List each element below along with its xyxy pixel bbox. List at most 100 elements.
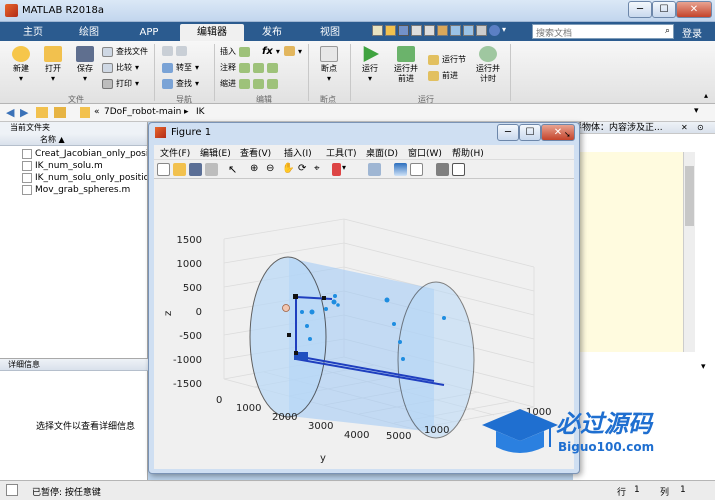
login-link[interactable]: 登录: [682, 25, 702, 40]
print-figure-icon[interactable]: [205, 163, 218, 176]
m-file-icon: [22, 173, 32, 183]
tab-home[interactable]: 主页: [12, 24, 54, 41]
path-segment-ik[interactable]: IK: [196, 107, 205, 117]
figure-minimize-button[interactable]: ─: [497, 124, 519, 141]
figure-menu-item[interactable]: 窗口(W): [408, 146, 442, 159]
path-prefix[interactable]: «: [94, 107, 100, 117]
figure-menu-item[interactable]: 文件(F): [160, 146, 190, 159]
path-separator-icon: ▸: [184, 107, 189, 117]
editor-scrollbar[interactable]: [683, 152, 695, 352]
fx-button[interactable]: fx ▾: [262, 46, 280, 57]
insert-button[interactable]: 插入: [220, 46, 250, 57]
editor-close-icon[interactable]: ✕: [681, 122, 688, 134]
help-icon[interactable]: [489, 25, 500, 36]
tab-publish[interactable]: 发布: [250, 24, 294, 41]
editor-content[interactable]: [573, 152, 683, 352]
quick-icon-switch[interactable]: [476, 25, 487, 36]
breakpoint-button[interactable]: 断点 ▾: [312, 46, 346, 84]
path-segment-robot[interactable]: 7DoF_robot-main: [104, 107, 181, 117]
brush-dropdown-icon[interactable]: ▾: [342, 163, 355, 176]
show-tools-icon[interactable]: [452, 163, 465, 176]
run-button[interactable]: 运行 ▾: [354, 46, 386, 84]
hide-tools-icon[interactable]: [436, 163, 449, 176]
compare-icon: [102, 62, 113, 73]
figure-menu-item[interactable]: 桌面(D): [366, 146, 398, 159]
back-nav-button[interactable]: [162, 46, 187, 56]
save-button[interactable]: 保存 ▾: [70, 46, 100, 84]
file-list-item[interactable]: IK_num_solu.m: [0, 160, 147, 172]
quick-icon-undo[interactable]: [450, 25, 461, 36]
path-dropdown-icon[interactable]: ▾: [694, 106, 699, 116]
colorbar-icon[interactable]: [394, 163, 407, 176]
compare-button[interactable]: 比较 ▾: [102, 62, 139, 73]
dock-arrow-icon[interactable]: ➘: [564, 130, 571, 139]
forward-arrow-icon[interactable]: ▶: [20, 106, 28, 119]
status-paused-icon: [6, 484, 18, 496]
brush-icon[interactable]: [332, 163, 341, 176]
search-placeholder: 搜索文档: [536, 29, 573, 39]
editor-menu-icon[interactable]: ⊙: [697, 122, 704, 134]
print-button[interactable]: 打印 ▾: [102, 78, 139, 89]
open-file-icon[interactable]: [173, 163, 186, 176]
open-button[interactable]: 打开 ▾: [38, 46, 68, 84]
browse-folder-icon[interactable]: [54, 107, 66, 118]
zoom-in-icon[interactable]: ⊕: [250, 163, 263, 176]
file-list-item[interactable]: IK_num_solu_only_position: [0, 172, 147, 184]
search-icon[interactable]: ⌕: [665, 26, 670, 36]
indent-label: 缩进: [220, 79, 236, 88]
close-button[interactable]: ✕: [676, 1, 712, 18]
quick-icon-cut[interactable]: [411, 25, 422, 36]
figure-maximize-button[interactable]: ☐: [519, 124, 541, 141]
advance-button[interactable]: 前进: [428, 70, 458, 81]
run-section-button[interactable]: 运行节: [428, 54, 466, 65]
figure-menu-item[interactable]: 查看(V): [240, 146, 271, 159]
zoom-out-icon[interactable]: ⊖: [266, 163, 279, 176]
col-value: 1: [680, 485, 686, 495]
quick-icon-save[interactable]: [398, 25, 409, 36]
col-label: 列: [660, 488, 670, 498]
quick-icon-paste[interactable]: [437, 25, 448, 36]
file-list-item[interactable]: Creat_Jacobian_only_posit: [0, 148, 147, 160]
find-button[interactable]: 查找 ▾: [162, 78, 199, 89]
save-disk-icon: [76, 46, 94, 62]
run-advance-button[interactable]: 运行并 前进: [388, 46, 424, 84]
tab-view[interactable]: 视图: [308, 24, 352, 41]
scrollbar-thumb[interactable]: [685, 166, 694, 226]
comment-button[interactable]: 注释: [220, 62, 278, 73]
figure-menu-item[interactable]: 工具(T): [326, 146, 357, 159]
tab-editor[interactable]: 编辑器: [180, 24, 244, 41]
quick-icon-open[interactable]: [385, 25, 396, 36]
data-cursor-icon[interactable]: ⌖: [314, 163, 327, 176]
tab-apps[interactable]: APP: [124, 24, 174, 41]
minimize-button[interactable]: ─: [628, 1, 652, 18]
quick-icon-redo[interactable]: [463, 25, 474, 36]
pointer-icon[interactable]: ↖: [228, 163, 241, 176]
find-files-button[interactable]: 查找文件: [102, 46, 148, 57]
up-folder-icon[interactable]: [36, 107, 48, 118]
run-time-button[interactable]: 运行并 计时: [470, 46, 506, 84]
ribbon-collapse-icon[interactable]: ▴: [704, 91, 708, 100]
quick-icon-copy[interactable]: [424, 25, 435, 36]
file-list-item[interactable]: Mov_grab_spheres.m: [0, 184, 147, 196]
rotate-3d-icon[interactable]: ⟳: [298, 163, 311, 176]
figure-menu-item[interactable]: 插入(I): [284, 146, 312, 159]
link-plot-icon[interactable]: [368, 163, 381, 176]
new-button[interactable]: 新建 ▾: [6, 46, 36, 84]
pan-hand-icon[interactable]: ✋: [282, 163, 295, 176]
dropdown-icon[interactable]: ▾: [502, 25, 511, 36]
search-field[interactable]: 搜索文档 ⌕: [532, 24, 674, 39]
indent-button[interactable]: 缩进: [220, 78, 278, 89]
save-figure-icon[interactable]: [189, 163, 202, 176]
panel-dropdown-icon[interactable]: ▾: [701, 362, 706, 372]
name-column-header[interactable]: 名称 ▲: [0, 134, 147, 146]
legend-icon[interactable]: [410, 163, 423, 176]
maximize-button[interactable]: ☐: [652, 1, 676, 18]
figure-menu-item[interactable]: 编辑(E): [200, 146, 231, 159]
new-figure-icon[interactable]: [157, 163, 170, 176]
quick-icon-new[interactable]: [372, 25, 383, 36]
figure-menu-item[interactable]: 帮助(H): [452, 146, 484, 159]
tab-plots[interactable]: 绘图: [68, 24, 110, 41]
edit-tool-button[interactable]: ▾: [284, 46, 302, 56]
goto-button[interactable]: 转至 ▾: [162, 62, 199, 73]
back-arrow-icon[interactable]: ◀: [6, 106, 14, 119]
